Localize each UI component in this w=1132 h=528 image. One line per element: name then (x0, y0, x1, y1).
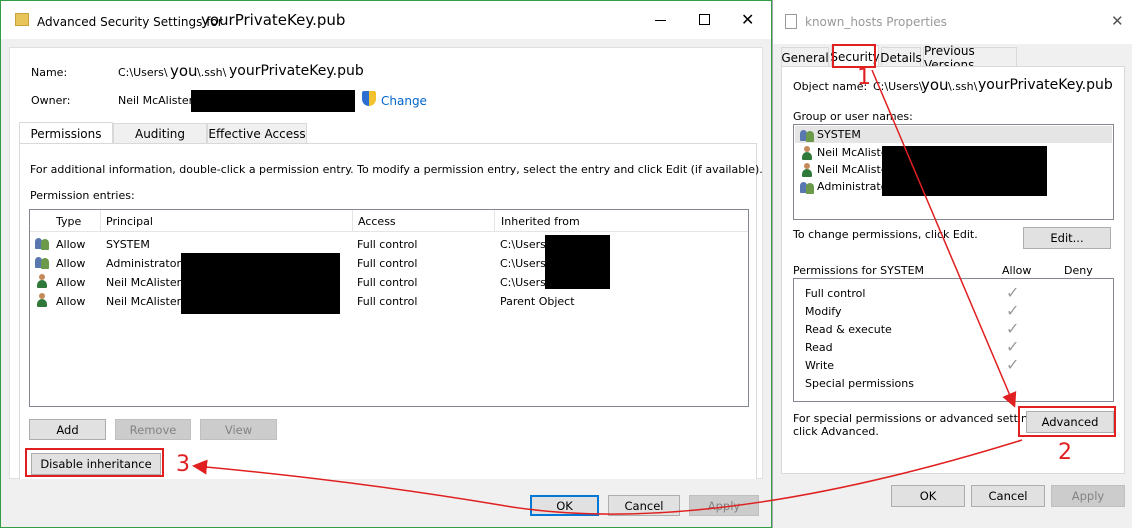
annotation-arrows (192, 69, 1023, 515)
arrow-step-2-to-3 (192, 439, 1023, 515)
arrow-step-1-to-2 (871, 69, 1017, 408)
